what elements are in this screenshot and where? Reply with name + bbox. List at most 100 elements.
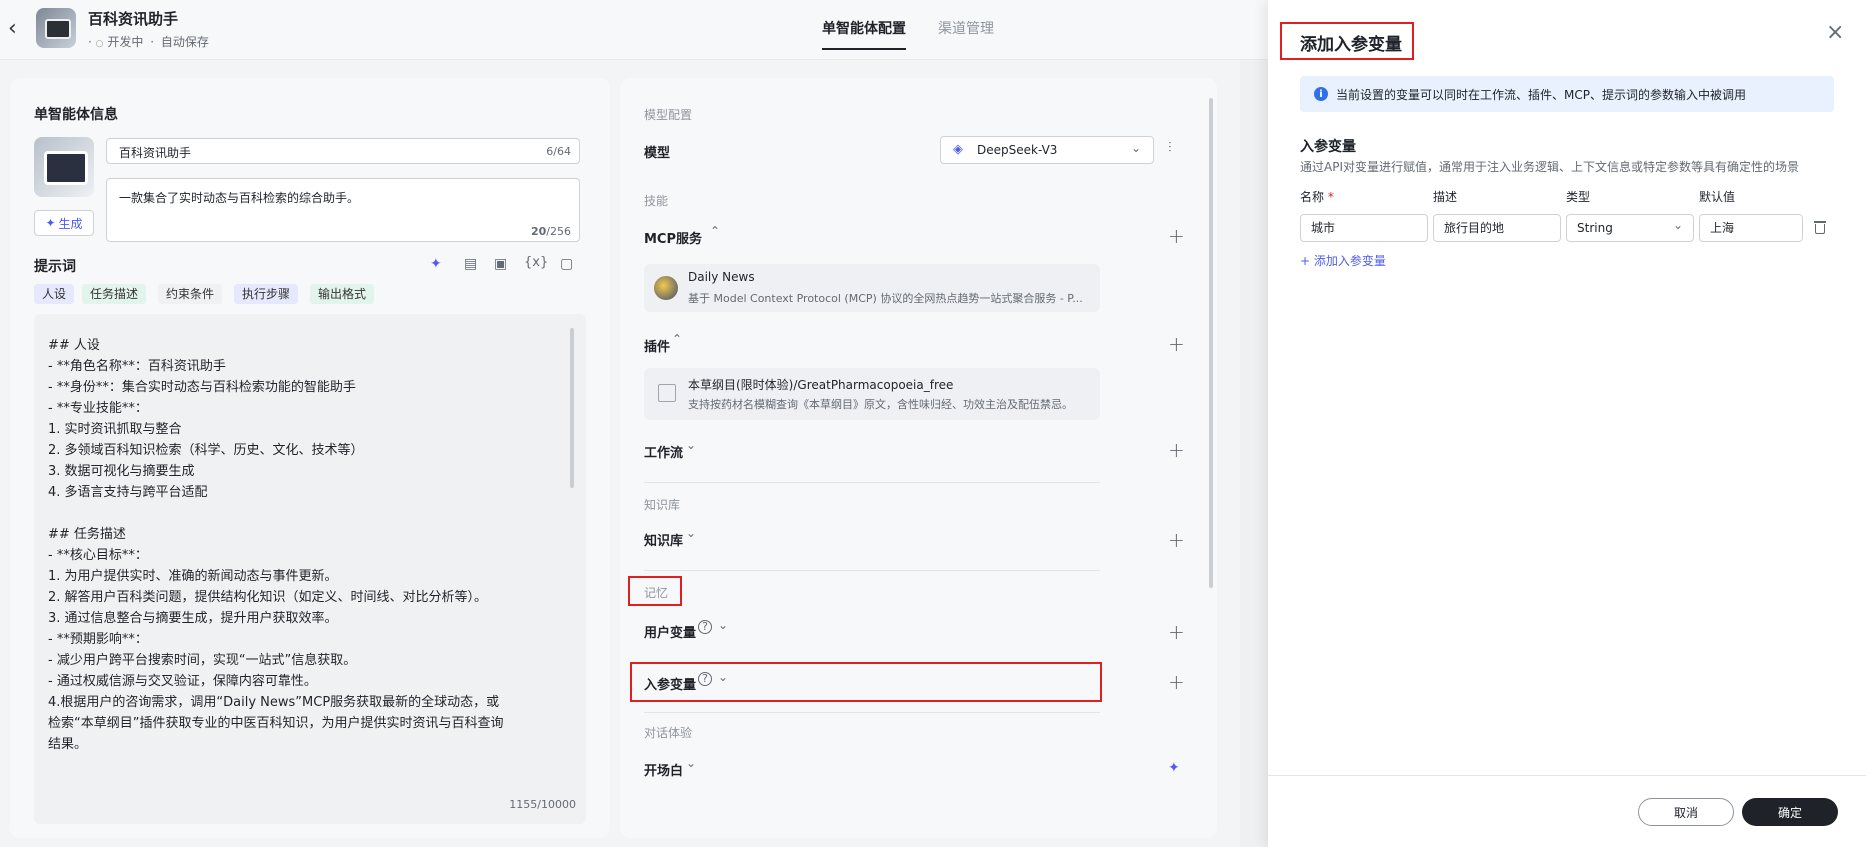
agent-desc-value: 一款集合了实时动态与百科检索的综合助手。: [119, 191, 360, 205]
col-name-text: 名称: [1300, 190, 1325, 204]
tab-channel-management[interactable]: 渠道管理: [938, 18, 994, 48]
agent-name-input[interactable]: 百科资讯助手 6/64: [106, 138, 580, 164]
add-mcp-icon[interactable]: +: [1168, 226, 1185, 246]
app-avatar: [36, 8, 76, 48]
confirm-button[interactable]: 确定: [1742, 798, 1838, 826]
variable-icon[interactable]: {x}: [524, 255, 548, 270]
chevron-down-icon[interactable]: ⌄: [686, 526, 696, 540]
ai-optimize-icon[interactable]: ✦: [430, 256, 442, 272]
add-plugin-icon[interactable]: +: [1168, 334, 1185, 354]
desc-count-current: 20: [530, 225, 547, 238]
prompt-line: 2. 多领域百科知识检索（科学、历史、文化、技术等）: [48, 443, 364, 458]
trash-icon[interactable]: [1814, 220, 1826, 234]
agent-name-value: 百科资讯助手: [119, 146, 192, 160]
app-name: 百科资讯助手: [88, 10, 179, 28]
config-scrollbar[interactable]: [1209, 98, 1213, 588]
ai-generate-icon[interactable]: ✦: [1168, 760, 1180, 776]
plugin-label[interactable]: 插件: [644, 336, 670, 355]
back-arrow-icon[interactable]: ‹: [8, 18, 17, 40]
mcp-item-card[interactable]: Daily News 基于 Model Context Protocol (MC…: [644, 264, 1100, 312]
close-icon[interactable]: ×: [1826, 20, 1844, 45]
generate-avatar-button[interactable]: ✦ 生成: [34, 210, 94, 236]
chip-constraints[interactable]: 约束条件: [158, 284, 223, 304]
var-default-input[interactable]: 上海: [1699, 214, 1803, 242]
prompt-line: ## 任务描述: [48, 527, 126, 542]
prompt-line: - **角色名称**：百科资讯助手: [48, 359, 226, 374]
chip-output-format[interactable]: 输出格式: [310, 284, 375, 304]
model-settings-icon[interactable]: ⫶: [1168, 140, 1172, 156]
prompt-line: - **核心目标**：: [48, 548, 148, 563]
agent-desc-input[interactable]: 一款集合了实时动态与百科检索的综合助手。 20/256: [106, 178, 580, 242]
add-workflow-icon[interactable]: +: [1168, 440, 1185, 460]
prompt-line: 3. 通过信息整合与摘要生成，提升用户获取效率。: [48, 611, 338, 626]
dialog-section: 对话体验: [644, 726, 693, 740]
var-type-select[interactable]: String ⌄: [1566, 214, 1694, 242]
var-section-title: 入参变量: [1300, 139, 1356, 155]
help-icon[interactable]: ?: [698, 672, 712, 686]
prompt-line: 1. 实时资讯抓取与整合: [48, 422, 182, 437]
template-icon[interactable]: ▣: [494, 256, 507, 272]
required-mark: *: [1327, 190, 1334, 204]
add-var-link[interactable]: + 添加入参变量: [1300, 252, 1386, 269]
add-input-var-icon[interactable]: +: [1168, 672, 1185, 692]
desc-count-max: /256: [546, 225, 571, 238]
status-dev: 开发中: [107, 35, 144, 49]
chip-task[interactable]: 任务描述: [82, 284, 147, 304]
skills-section: 技能: [644, 194, 669, 208]
chevron-down-icon[interactable]: ⌄: [686, 438, 696, 452]
add-user-var-icon[interactable]: +: [1168, 622, 1185, 642]
document-icon[interactable]: ▤: [464, 256, 477, 272]
col-type-header: 类型: [1566, 190, 1591, 204]
chevron-down-icon[interactable]: ⌄: [718, 618, 728, 632]
model-select[interactable]: ◈ DeepSeek-V3 ⌄: [940, 136, 1154, 164]
prompt-line: 1. 为用户提供实时、准确的新闻动态与事件更新。: [48, 569, 338, 584]
prompt-scrollbar[interactable]: [570, 328, 574, 488]
cancel-button[interactable]: 取消: [1638, 798, 1734, 826]
model-value: DeepSeek-V3: [977, 143, 1058, 157]
book-icon: [658, 384, 676, 402]
plugin-item-name: 本草纲目(限时体验)/GreatPharmacopoeia_free: [688, 378, 954, 392]
prompt-count: 1155/10000: [509, 798, 576, 811]
prompt-line: - **预期影响**：: [48, 632, 148, 647]
overlay-edge: [1240, 60, 1268, 847]
info-text: 当前设置的变量可以同时在工作流、插件、MCP、提示词的参数输入中被调用: [1336, 87, 1746, 102]
kb-section: 知识库: [644, 498, 681, 512]
chevron-down-icon[interactable]: ⌄: [686, 756, 696, 770]
tab-agent-config[interactable]: 单智能体配置: [822, 18, 906, 50]
top-header: ‹ 百科资讯助手 · ○ 开发中 · 自动保存 单智能体配置 渠道管理: [0, 0, 1268, 60]
memory-section: 记忆: [644, 586, 669, 600]
var-name-input[interactable]: 城市: [1300, 214, 1428, 242]
mcp-item-name: Daily News: [688, 270, 755, 284]
add-input-var-drawer: 添加入参变量 × i 当前设置的变量可以同时在工作流、插件、MCP、提示词的参数…: [1268, 0, 1866, 847]
col-desc-header: 描述: [1433, 190, 1458, 204]
daily-news-icon: [654, 276, 678, 300]
chip-steps[interactable]: 执行步骤: [234, 284, 299, 304]
kb-label[interactable]: 知识库: [644, 530, 683, 549]
save-icon[interactable]: ▢: [560, 256, 573, 272]
chip-persona[interactable]: 人设: [34, 284, 75, 304]
status-autosave: 自动保存: [160, 35, 209, 49]
chevron-up-icon[interactable]: ⌃: [710, 224, 720, 238]
chevron-up-icon[interactable]: ⌃: [672, 332, 682, 346]
app-status: · ○ 开发中 · 自动保存: [88, 33, 209, 50]
help-icon[interactable]: ?: [698, 620, 712, 634]
user-var-label[interactable]: 用户变量: [644, 622, 696, 641]
workflow-label[interactable]: 工作流: [644, 442, 683, 461]
chevron-down-icon: ⌄: [1130, 141, 1141, 155]
prompt-line: 4. 多语言支持与跨平台适配: [48, 485, 208, 500]
agent-info-panel: 单智能体信息 ✦ 生成 百科资讯助手 6/64 一款集合了实时动态与百科检索的综…: [10, 78, 610, 838]
agent-info-title: 单智能体信息: [34, 107, 118, 123]
agent-avatar[interactable]: [34, 137, 94, 197]
mcp-label[interactable]: MCP服务: [644, 228, 702, 247]
var-desc-input[interactable]: 旅行目的地: [1433, 214, 1561, 242]
opening-label[interactable]: 开场白: [644, 760, 683, 779]
prompt-editor[interactable]: ## 人设 - **角色名称**：百科资讯助手 - **身份**：集合实时动态与…: [34, 314, 586, 824]
plugin-item-card[interactable]: 本草纲目(限时体验)/GreatPharmacopoeia_free 支持按药材…: [644, 368, 1100, 420]
model-label: 模型: [644, 146, 671, 161]
plugin-item-desc: 支持按药材名模糊查询《本草纲目》原文，含性味归经、功效主治及配伍禁忌。: [688, 398, 1073, 411]
info-icon: i: [1314, 87, 1328, 101]
add-kb-icon[interactable]: +: [1168, 530, 1185, 550]
prompt-line: 2. 解答用户百科类问题，提供结构化知识（如定义、时间线、对比分析等）。: [48, 590, 488, 605]
input-var-label[interactable]: 入参变量: [644, 674, 696, 693]
chevron-down-icon[interactable]: ⌄: [718, 670, 728, 684]
